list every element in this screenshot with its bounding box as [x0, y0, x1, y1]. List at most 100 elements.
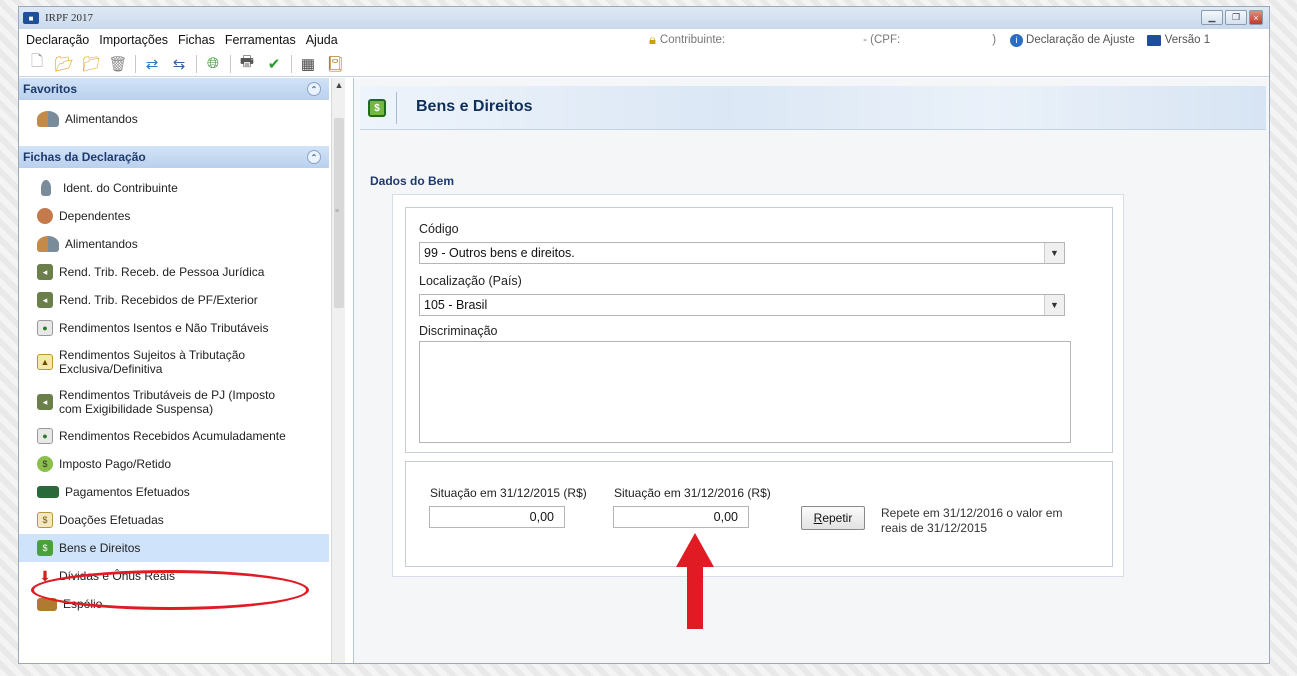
coin-icon: $ [37, 456, 53, 472]
transmit-icon[interactable]: ⇆ [169, 54, 189, 74]
repetir-description: Repete em 31/12/2016 o valor em reais de… [881, 506, 1063, 535]
codigo-select[interactable]: 99 - Outros bens e direitos. ▼ [419, 242, 1065, 264]
red-arrow-annotation [676, 533, 714, 633]
window-controls: ▁ ❐ × [1201, 10, 1263, 25]
section-label: Dados do Bem [370, 174, 455, 188]
doc-icon: ● [37, 428, 53, 444]
sidebar-item-dependentes[interactable]: Dependentes [19, 202, 329, 230]
gift-icon: $ [37, 512, 53, 528]
scroll-up-icon[interactable]: ▲ [332, 78, 346, 92]
sidebar-item-imposto-pago[interactable]: $ Imposto Pago/Retido [19, 450, 329, 478]
check-icon[interactable]: ✔ [264, 54, 284, 74]
menu-ferramentas[interactable]: Ferramentas [220, 33, 301, 47]
card-icon [37, 486, 59, 498]
favoritos-item-alimentandos[interactable]: Alimentandos [19, 100, 329, 138]
window-title: IRPF 2017 [45, 12, 93, 24]
versao-label[interactable]: Versão 1 [1165, 34, 1210, 46]
situacao-2016-input[interactable]: 0,00 [613, 506, 749, 528]
new-document-icon[interactable]: 🗋︎ [27, 53, 47, 74]
app-window: ■ IRPF 2017 ▁ ❐ × Declaração Importações… [18, 6, 1270, 664]
menu-fichas[interactable]: Fichas [173, 33, 220, 47]
close-icon[interactable]: × [1249, 10, 1263, 25]
warn-icon: ▲ [37, 354, 53, 370]
declaracao-label[interactable]: Declaração de Ajuste [1026, 34, 1135, 46]
menu-bar: Declaração Importações Fichas Ferramenta… [19, 29, 1269, 51]
sidebar-item-rend-isentos[interactable]: ● Rendimentos Isentos e Não Tributáveis [19, 314, 329, 342]
sidebar-item-doacoes[interactable]: $ Doações Efetuadas [19, 506, 329, 534]
lock-icon: 🔒︎ [649, 32, 656, 47]
contribuinte-info: 🔒︎ Contribuinte: - (CPF: ) i Declaração … [649, 32, 1210, 48]
sidebar-scrollbar[interactable]: ▲ ≡ [331, 78, 346, 663]
print-icon[interactable]: 🖶︎ [237, 53, 257, 74]
open-folder-icon[interactable]: 📂︎ [54, 54, 74, 74]
import-icon[interactable]: ⇄ [142, 54, 162, 74]
cpf-label: - (CPF: [863, 34, 901, 46]
arrow-bag-icon: ◂ [37, 292, 53, 308]
menu-declaracao[interactable]: Declaração [21, 33, 94, 47]
arrow-bag-icon: ◂ [37, 394, 53, 410]
doc-icon: ● [37, 320, 53, 336]
sidebar-item-rend-exclusiva[interactable]: ▲ Rendimentos Sujeitos à Tributação Excl… [19, 342, 329, 382]
scroll-grip-icon: ≡ [335, 208, 340, 215]
sidebar-item-espolio[interactable]: Espólio [19, 590, 329, 618]
discriminacao-textarea[interactable] [419, 341, 1071, 443]
money-icon: $ [368, 99, 386, 117]
money-icon: $ [37, 540, 53, 556]
chevron-down-icon[interactable]: ▼ [1044, 295, 1064, 315]
cpf-close-paren: ) [992, 34, 997, 46]
sidebar-item-rend-trib-pj[interactable]: ◂ Rend. Trib. Receb. de Pessoa Jurídica [19, 258, 329, 286]
kids-icon [37, 208, 53, 224]
situacao-2015-input[interactable]: 0,00 [429, 506, 565, 528]
fichas-header[interactable]: Fichas da Declaração ⌃ [19, 146, 329, 168]
globe-icon[interactable]: 🌐︎ [203, 54, 223, 74]
trash-icon[interactable]: 🗑︎ [108, 54, 128, 74]
red-arrow-icon: ⬇ [39, 567, 51, 584]
chest-icon [37, 597, 57, 611]
fichas-title: Fichas da Declaração [23, 150, 146, 164]
page-title: Bens e Direitos [416, 98, 533, 115]
menu-importacoes[interactable]: Importações [94, 33, 173, 47]
restore-icon[interactable]: ❐ [1225, 10, 1247, 25]
localizacao-label: Localização (País) [419, 274, 522, 288]
sidebar-item-ident-contribuinte[interactable]: Ident. do Contribuinte [19, 174, 329, 202]
sidebar: Favoritos ⌃ Alimentandos Fichas da Decla… [19, 78, 345, 663]
favoritos-header[interactable]: Favoritos ⌃ [19, 78, 329, 100]
book-icon[interactable]: 📔︎ [325, 54, 345, 74]
sidebar-item-alimentandos[interactable]: Alimentandos [19, 230, 329, 258]
page-banner: $ Bens e Direitos [360, 86, 1266, 130]
menu-ajuda[interactable]: Ajuda [301, 33, 343, 47]
versao-icon [1146, 34, 1161, 46]
people-icon [37, 236, 59, 252]
sidebar-item-rend-trib-pf[interactable]: ◂ Rend. Trib. Recebidos de PF/Exterior [19, 286, 329, 314]
sidebar-item-pagamentos[interactable]: Pagamentos Efetuados [19, 478, 329, 506]
people-icon [37, 111, 59, 127]
discriminacao-label: Discriminação [419, 324, 498, 338]
dados-group: Código 99 - Outros bens e direitos. ▼ Lo… [405, 207, 1113, 453]
calculator-icon[interactable]: ▦ [298, 54, 318, 74]
situacao-2016-label: Situação em 31/12/2016 (R$) [614, 486, 771, 500]
form-container: Código 99 - Outros bens e direitos. ▼ Lo… [392, 194, 1124, 577]
sidebar-item-bens-direitos[interactable]: $ Bens e Direitos [19, 534, 329, 562]
collapse-icon[interactable]: ⌃ [307, 150, 321, 164]
codigo-label: Código [419, 222, 459, 236]
main-panel: $ Bens e Direitos Dados do Bem Código 99… [353, 78, 1269, 663]
sidebar-item-rend-pj-suspensa[interactable]: ◂ Rendimentos Tributáveis de PJ (Imposto… [19, 382, 329, 422]
minimize-icon[interactable]: ▁ [1201, 10, 1223, 25]
folder-icon[interactable]: 📁︎ [81, 54, 101, 74]
arrow-bag-icon: ◂ [37, 264, 53, 280]
situacao-group: Situação em 31/12/2015 (R$) 0,00 Situaçã… [405, 461, 1113, 567]
app-logo-icon: ■ [23, 12, 39, 24]
toolbar: 🗋︎ 📂︎ 📁︎ 🗑︎ ⇄ ⇆ 🌐︎ 🖶︎ ✔ ▦ 📔︎ [19, 51, 1269, 77]
person-icon [41, 180, 51, 196]
sidebar-item-dividas[interactable]: ⬇ Dívidas e Ônus Reais [19, 562, 329, 590]
favoritos-title: Favoritos [23, 82, 78, 96]
info-icon: i [1010, 33, 1024, 47]
sidebar-item-rend-acumuladamente[interactable]: ● Rendimentos Recebidos Acumuladamente [19, 422, 329, 450]
title-bar: ■ IRPF 2017 ▁ ❐ × [19, 7, 1269, 29]
contribuinte-label: Contribuinte: [659, 34, 726, 46]
repetir-button[interactable]: Repetir [801, 506, 865, 530]
situacao-2015-label: Situação em 31/12/2015 (R$) [430, 486, 587, 500]
localizacao-select[interactable]: 105 - Brasil ▼ [419, 294, 1065, 316]
chevron-down-icon[interactable]: ▼ [1044, 243, 1064, 263]
collapse-icon[interactable]: ⌃ [307, 82, 321, 96]
